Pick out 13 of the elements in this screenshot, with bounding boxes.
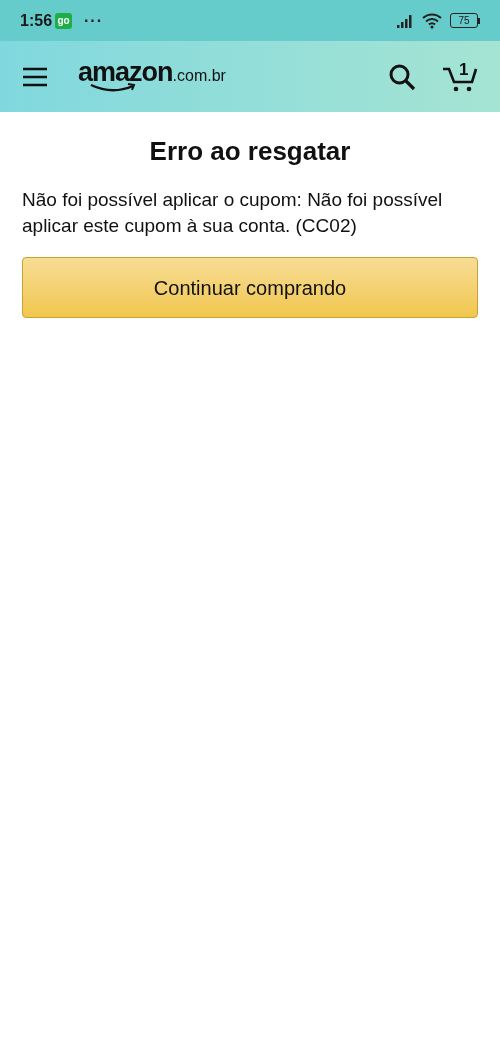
- search-icon[interactable]: [388, 62, 416, 91]
- page-title: Erro ao resgatar: [148, 135, 352, 168]
- cart-button[interactable]: 1: [442, 60, 478, 93]
- menu-icon[interactable]: [22, 66, 48, 87]
- cart-count: 1: [459, 58, 469, 81]
- wifi-icon: [422, 12, 442, 29]
- continue-shopping-button[interactable]: Continuar comprando: [22, 257, 478, 318]
- error-message: Não foi possível aplicar o cupom: Não foi possível aplicar este cupom à sua conta. (CC02): [22, 188, 444, 238]
- amazon-logo[interactable]: amazon.com.br: [78, 59, 226, 94]
- status-time: 1:56: [20, 10, 53, 31]
- more-notifications: ···: [84, 10, 103, 31]
- app-badge: go: [55, 12, 73, 29]
- battery-icon: 75: [450, 13, 480, 28]
